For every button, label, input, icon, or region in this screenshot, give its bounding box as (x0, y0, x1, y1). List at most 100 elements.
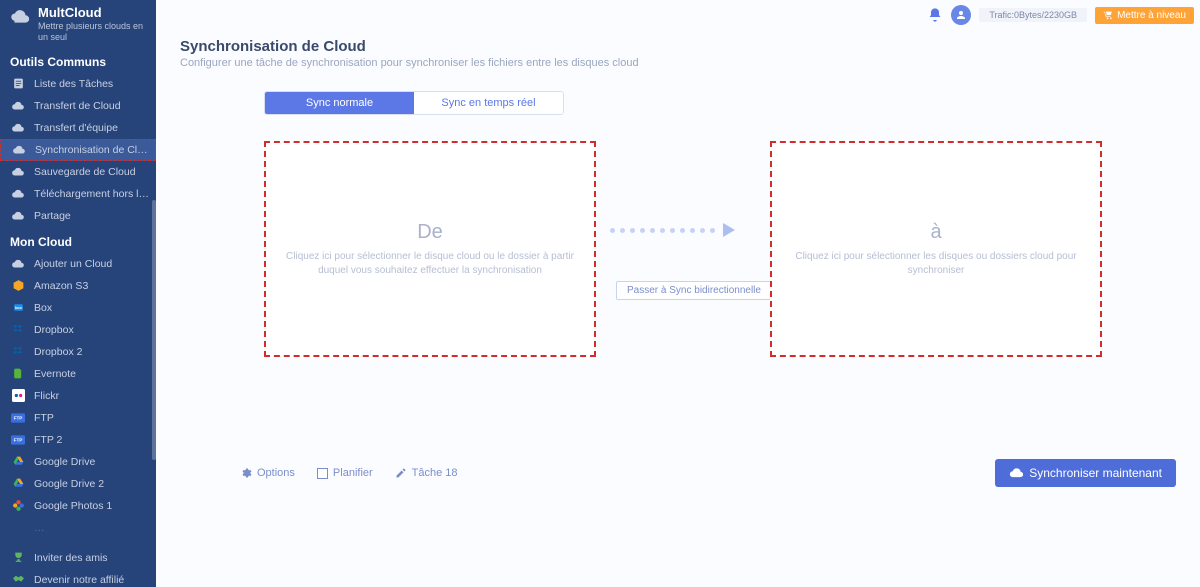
sync-now-button[interactable]: Synchroniser maintenant (995, 459, 1176, 487)
cloud-icon (10, 164, 26, 180)
sidebar-item-label: Box (34, 302, 52, 314)
sidebar-cloud-item-0[interactable]: Ajouter un Cloud (0, 253, 156, 275)
sidebar-item-label: Google Photos 1 (34, 500, 112, 512)
sidebar-common-item-1[interactable]: Transfert de Cloud (0, 95, 156, 117)
logo-icon (8, 6, 32, 30)
gphotos-icon (10, 498, 26, 514)
sidebar-cloud-item-6[interactable]: Flickr (0, 385, 156, 407)
sidebar-cloud-item-4[interactable]: Dropbox 2 (0, 341, 156, 363)
page-title: Synchronisation de Cloud (180, 38, 1176, 55)
sidebar-cloud-item-1[interactable]: Amazon S3 (0, 275, 156, 297)
flickr-icon (10, 388, 26, 404)
target-dropzone[interactable]: à Cliquez ici pour sélectionner les disq… (770, 141, 1102, 357)
sidebar-item-label: Dropbox 2 (34, 346, 82, 358)
schedule-button[interactable]: Planifier (317, 467, 373, 479)
brand-tagline: Mettre plusieurs clouds en un seul (38, 21, 148, 43)
cart-icon (1103, 10, 1113, 20)
sidebar-item-label: Dropbox (34, 324, 74, 336)
ftp-icon: FTP (10, 410, 26, 426)
sidebar-item-label: Liste des Tâches (34, 78, 113, 90)
sync-now-label: Synchroniser maintenant (1029, 466, 1162, 480)
sidebar-common-item-4[interactable]: Sauvegarde de Cloud (0, 161, 156, 183)
sidebar-item-label: Inviter des amis (34, 552, 108, 564)
task-label: Tâche 18 (412, 467, 458, 479)
gdrive-icon (10, 476, 26, 492)
sidebar-cloud-item-11[interactable]: Google Photos 1 (0, 495, 156, 517)
handshake-icon (10, 572, 26, 587)
cloud-download-icon (10, 186, 26, 202)
evernote-icon (10, 366, 26, 382)
sidebar-item-label: Sauvegarde de Cloud (34, 166, 136, 178)
sidebar-bottom-item-1[interactable]: Devenir notre affilié (0, 569, 156, 587)
source-title: De (417, 221, 443, 244)
source-dropzone[interactable]: De Cliquez ici pour sélectionner le disq… (264, 141, 596, 357)
sidebar: MultCloud Mettre plusieurs clouds en un … (0, 0, 156, 587)
sidebar-cloud-item-10[interactable]: Google Drive 2 (0, 473, 156, 495)
gear-icon (240, 467, 252, 479)
svg-text:FTP: FTP (14, 415, 23, 420)
sidebar-cloud-item-9[interactable]: Google Drive (0, 451, 156, 473)
upgrade-label: Mettre à niveau (1117, 10, 1186, 21)
sidebar-item-label: Ajouter un Cloud (34, 258, 112, 270)
tab-sync-normal[interactable]: Sync normale (265, 92, 414, 114)
topbar: Trafic:0Bytes/2230GB Mettre à niveau (156, 0, 1200, 30)
task-name-button[interactable]: Tâche 18 (395, 467, 458, 479)
traffic-badge: Trafic:0Bytes/2230GB (979, 8, 1087, 22)
list-icon (10, 76, 26, 92)
sidebar-common-item-6[interactable]: Partage (0, 205, 156, 227)
target-title: à (930, 221, 941, 244)
page-subtitle: Configurer une tâche de synchronisation … (180, 57, 1176, 69)
options-label: Options (257, 467, 295, 479)
direction-arrow-icon (610, 223, 735, 237)
sidebar-cloud-item-3[interactable]: Dropbox (0, 319, 156, 341)
dropbox-icon (10, 322, 26, 338)
sidebar-cloud-list: Ajouter un Cloud Amazon S3 boxBox Dropbox Dr… (0, 253, 156, 517)
switch-direction-button[interactable]: Passer à Sync bidirectionnelle (616, 281, 772, 300)
sidebar-common-item-2[interactable]: Transfert d'équipe (0, 117, 156, 139)
sync-mode-tabs: Sync normale Sync en temps réel (264, 91, 564, 115)
sidebar-item-label: Partage (34, 210, 71, 222)
sidebar-cloud-item-5[interactable]: Evernote (0, 363, 156, 385)
target-hint: Cliquez ici pour sélectionner les disque… (792, 250, 1080, 278)
sidebar-common-item-3[interactable]: Synchronisation de Cloud (0, 139, 156, 161)
schedule-label: Planifier (333, 467, 373, 479)
avatar[interactable] (951, 5, 971, 25)
sidebar-bottom-list: Inviter des amisDevenir notre affiliéMul… (0, 547, 156, 587)
sidebar-item-label: Flickr (34, 390, 59, 402)
brand[interactable]: MultCloud Mettre plusieurs clouds en un … (0, 0, 156, 47)
cloud-icon (10, 208, 26, 224)
sidebar-item-label: Transfert d'équipe (34, 122, 118, 134)
trophy-icon (10, 550, 26, 566)
options-button[interactable]: Options (240, 467, 295, 479)
upgrade-button[interactable]: Mettre à niveau (1095, 7, 1194, 24)
sidebar-cloud-item-7[interactable]: FTP FTP (0, 407, 156, 429)
action-footer: Options Planifier Tâche 18 Synchroniser … (240, 459, 1176, 487)
notifications-icon[interactable] (927, 7, 943, 23)
sidebar-item-label: Google Drive 2 (34, 478, 104, 490)
sidebar-item-label: FTP (34, 412, 54, 424)
tab-sync-realtime[interactable]: Sync en temps réel (414, 92, 563, 114)
sidebar-item-label: Evernote (34, 368, 76, 380)
sidebar-item-label: Google Drive (34, 456, 95, 468)
cloud-sync-icon (1009, 466, 1023, 480)
dropbox-icon (10, 344, 26, 360)
brand-name: MultCloud (38, 6, 148, 19)
sidebar-bottom-item-0[interactable]: Inviter des amis (0, 547, 156, 569)
svg-text:FTP: FTP (14, 437, 23, 442)
sidebar-item-label: Téléchargement hors ligne (34, 188, 150, 200)
sidebar-cloud-item-8[interactable]: FTP FTP 2 (0, 429, 156, 451)
cloud-icon (10, 98, 26, 114)
cube-icon (10, 278, 26, 294)
sidebar-cloud-item-2[interactable]: boxBox (0, 297, 156, 319)
sidebar-item-label: Devenir notre affilié (34, 574, 124, 586)
sidebar-item-label: Amazon S3 (34, 280, 88, 292)
sidebar-item-truncated[interactable]: … (0, 517, 156, 539)
ftp-icon: FTP (10, 432, 26, 448)
sidebar-common-item-5[interactable]: Téléchargement hors ligne (0, 183, 156, 205)
sidebar-item-label: Synchronisation de Cloud (35, 144, 149, 156)
sidebar-common-item-0[interactable]: Liste des Tâches (0, 73, 156, 95)
sidebar-item-label: FTP 2 (34, 434, 62, 446)
gdrive-icon (10, 454, 26, 470)
cloud-icon (10, 120, 26, 136)
sidebar-item-label: Transfert de Cloud (34, 100, 121, 112)
